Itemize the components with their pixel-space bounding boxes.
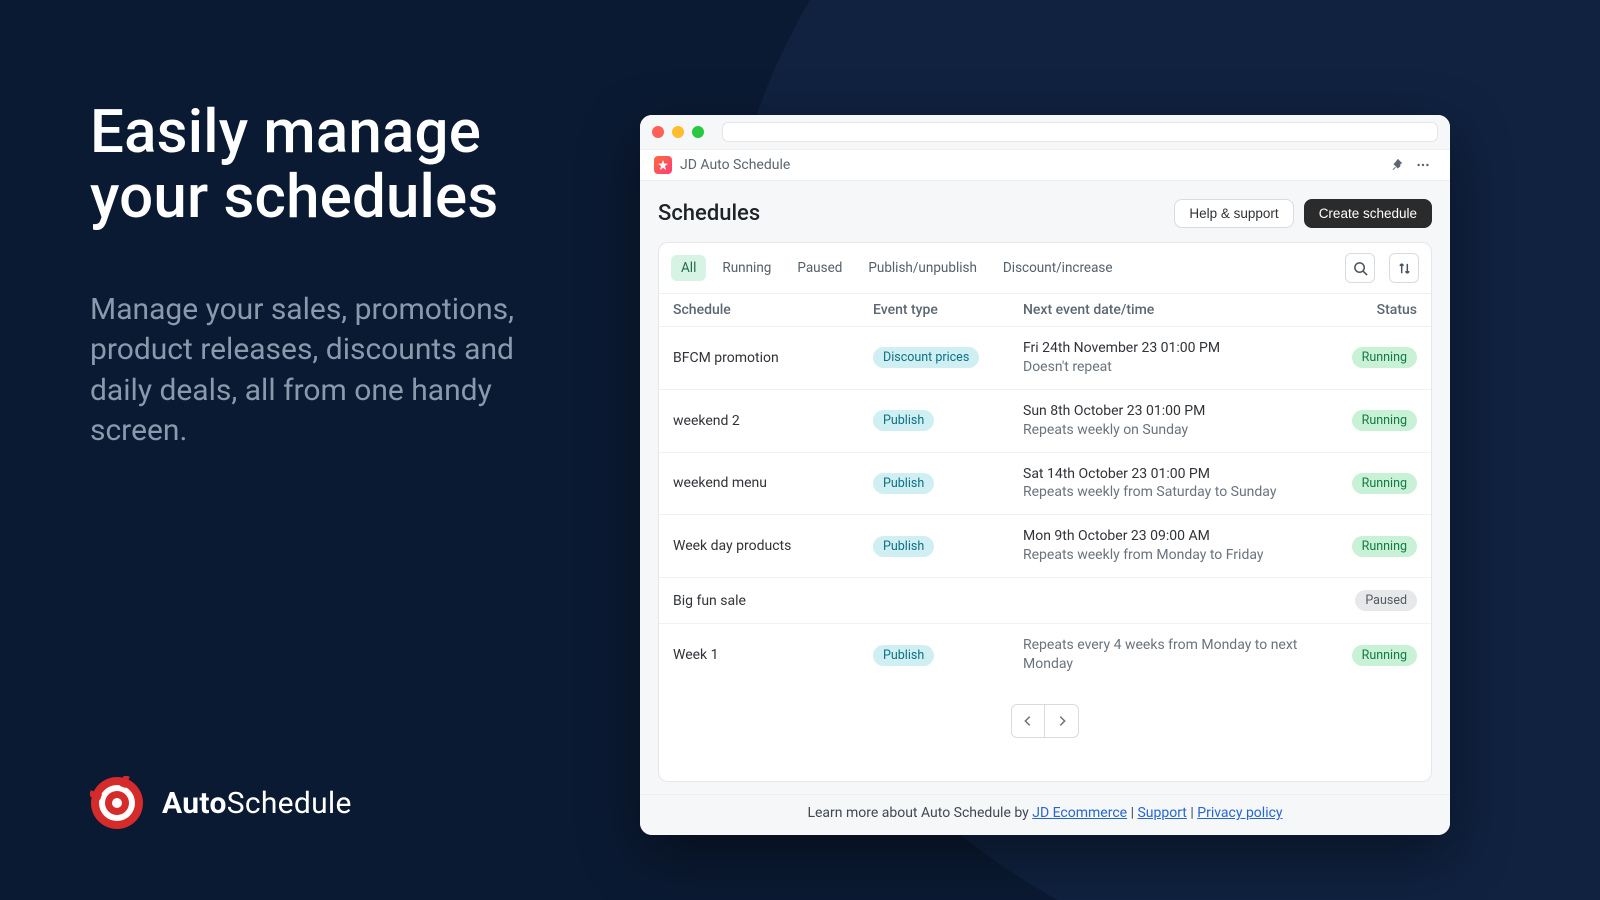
url-bar[interactable] <box>722 122 1438 142</box>
table-row[interactable]: BFCM promotionDiscount prices Fri 24th No… <box>659 327 1431 390</box>
page-title: Schedules <box>658 201 760 226</box>
next-event-cell: Sun 8th October 23 01:00 PMRepeats weekl… <box>1023 402 1327 440</box>
pagination <box>659 686 1431 760</box>
marketing-copy: Easily manage your schedules Manage your… <box>90 100 610 452</box>
col-event-type: Event type <box>873 302 1023 318</box>
window-titlebar <box>640 115 1450 149</box>
status-pill: Paused <box>1355 590 1417 611</box>
headline: Easily manage your schedules <box>90 100 610 230</box>
window-close-icon[interactable] <box>652 126 664 138</box>
help-support-button[interactable]: Help & support <box>1174 199 1293 228</box>
window-zoom-icon[interactable] <box>692 126 704 138</box>
next-event-cell: Mon 9th October 23 09:00 AMRepeats weekl… <box>1023 527 1327 565</box>
app-bar: JD Auto Schedule <box>640 149 1450 181</box>
next-event-cell: Fri 24th November 23 01:00 PMDoesn't rep… <box>1023 339 1327 377</box>
footer-link-privacy[interactable]: Privacy policy <box>1197 805 1282 821</box>
app-window: JD Auto Schedule Schedules Help & suppor… <box>640 115 1450 835</box>
event-type-pill: Publish <box>873 410 934 431</box>
brand: AutoSchedule <box>90 776 352 830</box>
footer-link-support[interactable]: Support <box>1137 805 1186 821</box>
tab-paused[interactable]: Paused <box>787 255 852 281</box>
status-pill: Running <box>1352 473 1417 494</box>
page-header: Schedules Help & support Create schedule <box>658 199 1432 228</box>
next-event-cell: Repeats every 4 weeks from Monday to nex… <box>1023 636 1327 674</box>
subheadline: Manage your sales, promotions, product r… <box>90 290 570 452</box>
table-row[interactable]: Week day productsPublish Mon 9th October … <box>659 515 1431 578</box>
event-type-pill: Publish <box>873 473 934 494</box>
footer: Learn more about Auto Schedule by JD Eco… <box>640 794 1450 835</box>
schedule-name: BFCM promotion <box>673 350 873 366</box>
event-type-pill: Publish <box>873 645 934 666</box>
more-icon[interactable] <box>1410 158 1436 172</box>
table-row[interactable]: weekend 2Publish Sun 8th October 23 01:00… <box>659 390 1431 453</box>
create-schedule-button[interactable]: Create schedule <box>1304 199 1432 228</box>
table-header: Schedule Event type Next event date/time… <box>659 294 1431 327</box>
status-pill: Running <box>1352 410 1417 431</box>
event-type-pill: Publish <box>873 536 934 557</box>
col-next-event: Next event date/time <box>1023 302 1327 318</box>
sort-button[interactable] <box>1389 253 1419 283</box>
brand-name: AutoSchedule <box>162 786 352 821</box>
event-type-pill: Discount prices <box>873 347 979 368</box>
prev-page-button[interactable] <box>1011 704 1045 738</box>
col-status: Status <box>1377 302 1417 318</box>
status-pill: Running <box>1352 645 1417 666</box>
status-pill: Running <box>1352 347 1417 368</box>
window-minimize-icon[interactable] <box>672 126 684 138</box>
schedules-panel: AllRunningPausedPublish/unpublishDiscoun… <box>658 242 1432 782</box>
schedule-name: Week day products <box>673 538 873 554</box>
tab-discount-increase[interactable]: Discount/increase <box>993 255 1123 281</box>
pin-icon[interactable] <box>1384 158 1410 172</box>
filter-tabs: AllRunningPausedPublish/unpublishDiscoun… <box>659 243 1431 294</box>
app-title: JD Auto Schedule <box>680 157 790 173</box>
table-row[interactable]: weekend menuPublish Sat 14th October 23 0… <box>659 453 1431 516</box>
brand-target-icon <box>90 776 144 830</box>
search-button[interactable] <box>1345 253 1375 283</box>
status-pill: Running <box>1352 536 1417 557</box>
tab-running[interactable]: Running <box>712 255 781 281</box>
next-event-cell: Sat 14th October 23 01:00 PMRepeats week… <box>1023 465 1327 503</box>
next-page-button[interactable] <box>1045 704 1079 738</box>
schedule-name: Week 1 <box>673 647 873 663</box>
app-icon <box>654 156 672 174</box>
schedule-name: Big fun sale <box>673 593 873 609</box>
footer-lead: Learn more about Auto Schedule by <box>807 805 1032 821</box>
tab-all[interactable]: All <box>671 255 706 281</box>
footer-link-jd[interactable]: JD Ecommerce <box>1032 805 1127 821</box>
col-schedule: Schedule <box>673 302 873 318</box>
table-row[interactable]: Big fun sale Paused <box>659 578 1431 624</box>
schedule-name: weekend 2 <box>673 413 873 429</box>
table-row[interactable]: Week 1Publish Repeats every 4 weeks from … <box>659 624 1431 686</box>
tab-publish-unpublish[interactable]: Publish/unpublish <box>858 255 987 281</box>
schedule-name: weekend menu <box>673 475 873 491</box>
